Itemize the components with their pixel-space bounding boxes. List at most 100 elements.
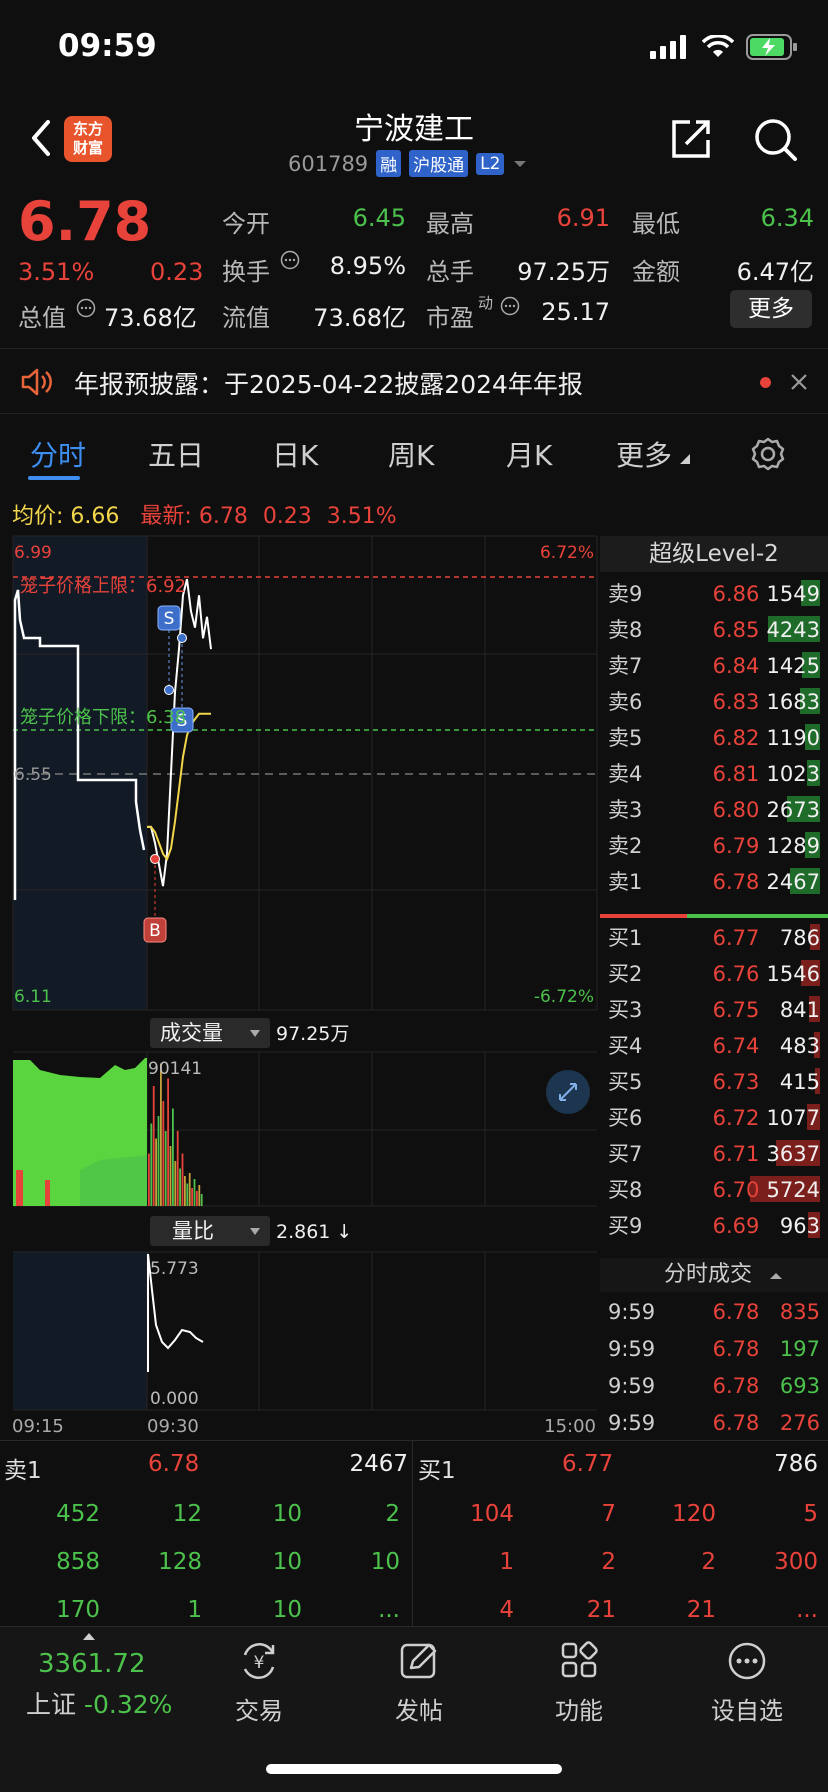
bid-row[interactable]: 买7 6.71 3637 [600, 1136, 828, 1172]
search-icon[interactable] [752, 116, 798, 162]
intraday-chart[interactable]: B S S 6.99 6.72% 笼子价格上限：6.92 笼子价格下限：6.38… [0, 530, 600, 1440]
ask-price: 6.85 [712, 618, 760, 642]
volume-bar [176, 1131, 179, 1206]
ask-volume: 2467 [766, 870, 820, 894]
nav-functions[interactable]: 功能 [524, 1641, 634, 1726]
info-icon[interactable] [280, 250, 300, 270]
tick-time: 9:59 [608, 1300, 656, 1324]
home-indicator[interactable] [266, 1764, 562, 1774]
volume-bar [188, 1173, 191, 1206]
index-expand-icon[interactable] [82, 1631, 96, 1641]
ratio-max-label: 5.773 [150, 1259, 199, 1279]
nav-post[interactable]: 发帖 [364, 1641, 474, 1726]
bid-row[interactable]: 买5 6.73 415 [600, 1064, 828, 1100]
bid-volume: 1077 [766, 1106, 820, 1130]
volume-bar [186, 1183, 189, 1206]
tick-row: 9:59 6.78 197 [600, 1331, 828, 1367]
tab-intraday[interactable]: 分时 [30, 434, 86, 474]
ratio-min-label: 0.000 [150, 1389, 199, 1409]
ask-row[interactable]: 卖4 6.81 1023 [600, 756, 828, 792]
stock-subtitle[interactable]: 601789 融 沪股通 L2 [288, 150, 528, 177]
ask-row[interactable]: 卖9 6.86 1549 [600, 576, 828, 612]
tab-five-day[interactable]: 五日 [148, 434, 204, 474]
info-icon[interactable] [76, 298, 96, 318]
bid-row[interactable]: 买9 6.69 963 [600, 1208, 828, 1244]
y-bottom-price: 6.11 [14, 987, 52, 1007]
cage-upper-label: 笼子价格上限：6.92 [20, 576, 186, 597]
settings-gear-icon[interactable] [750, 436, 786, 472]
tick-price: 6.78 [712, 1411, 760, 1435]
bid-level-label: 买8 [608, 1178, 643, 1202]
queue-sell-cell: 10 [272, 1597, 302, 1623]
ask-level-label: 卖5 [608, 726, 643, 750]
ask-row[interactable]: 卖6 6.83 1683 [600, 684, 828, 720]
bid-price: 6.69 [712, 1214, 760, 1238]
ask-row[interactable]: 卖3 6.80 2673 [600, 792, 828, 828]
volume-bar [160, 1063, 162, 1206]
ask-row[interactable]: 卖7 6.84 1425 [600, 648, 828, 684]
bid-row[interactable]: 买8 6.70 5724 [600, 1172, 828, 1208]
nav-watchlist-label: 设自选 [711, 1697, 783, 1725]
bid-volume: 786 [779, 926, 820, 950]
volume-bar [157, 1116, 160, 1206]
order-queue[interactable]: 卖1 6.78 2467 买1 6.77 786 452 12 10 2 858 128 1… [0, 1440, 828, 1627]
tab-weekly-k[interactable]: 周K [388, 434, 434, 474]
open-value: 6.45 [352, 204, 406, 232]
info-icon[interactable] [500, 296, 520, 316]
tab-daily-k[interactable]: 日K [272, 434, 318, 474]
edit-icon [400, 1643, 437, 1679]
ticks-title-label: 分时成交 [664, 1262, 753, 1287]
ask-volume: 1190 [766, 726, 820, 750]
volume-bar [196, 1191, 198, 1206]
bid-row[interactable]: 买6 6.72 1077 [600, 1100, 828, 1136]
ask-row[interactable]: 卖1 6.78 2467 [600, 864, 828, 900]
volume-bar [179, 1168, 181, 1206]
bid-price: 6.72 [712, 1106, 760, 1130]
ask-price: 6.83 [712, 690, 760, 714]
bid-price: 6.77 [712, 926, 760, 950]
turnover-label: 换手 [222, 258, 270, 286]
bid-row[interactable]: 买3 6.75 841 [600, 992, 828, 1028]
more-button[interactable]: 更多 [730, 290, 812, 328]
queue-buy-cell: 1 [499, 1549, 514, 1575]
bid-row[interactable]: 买1 6.77 786 [600, 920, 828, 956]
amount-label: 金额 [632, 258, 680, 286]
battery-icon [746, 34, 797, 60]
vol-max-label: 90141 [148, 1059, 202, 1079]
ask-price: 6.82 [712, 726, 760, 750]
ask-price: 6.86 [712, 582, 760, 606]
bid-row[interactable]: 买2 6.76 1546 [600, 956, 828, 992]
volume-value: 97.25万 [517, 258, 610, 286]
ask-row[interactable]: 卖2 6.79 1289 [600, 828, 828, 864]
index-value[interactable]: 3361.72 [38, 1649, 146, 1679]
queue-buy-price: 6.77 [562, 1451, 614, 1477]
ask-volume: 1683 [766, 690, 820, 714]
ask-row[interactable]: 卖8 6.85 4243 [600, 612, 828, 648]
queue-buy-cell: 7 [601, 1501, 616, 1527]
tab-monthly-k[interactable]: 月K [506, 434, 552, 474]
queue-divider [412, 1441, 413, 1627]
index-summary[interactable]: 上证 -0.32% [26, 1685, 172, 1721]
tick-volume: 276 [779, 1411, 820, 1435]
queue-buy-cell: 120 [672, 1501, 716, 1527]
volume-bar [162, 1101, 165, 1206]
bid-volume: 963 [779, 1214, 820, 1238]
time-mid: 09:30 [147, 1416, 199, 1437]
ticks-title[interactable]: 分时成交 [600, 1258, 828, 1292]
notice-bar[interactable]: 年报预披露：于2025-04-22披露2024年年报 [0, 348, 828, 414]
bid-row[interactable]: 买4 6.74 483 [600, 1028, 828, 1064]
queue-buy-cell: 104 [470, 1501, 514, 1527]
close-icon[interactable] [790, 373, 808, 391]
queue-buy-cell: 2 [601, 1549, 616, 1575]
queue-buy-cell: 4 [499, 1597, 514, 1623]
ask-row[interactable]: 卖5 6.82 1190 [600, 720, 828, 756]
nav-trade[interactable]: ¥ 交易 [204, 1641, 314, 1726]
share-icon[interactable] [668, 116, 714, 162]
queue-sell-cell: 2 [385, 1501, 400, 1527]
tab-more[interactable]: 更多 [616, 434, 672, 474]
index-name: 上证 [26, 1690, 77, 1719]
cage-lower-label: 笼子价格下限：6.38 [20, 707, 186, 728]
nav-watchlist[interactable]: 设自选 [692, 1641, 802, 1726]
queue-sell-label: 卖1 [4, 1458, 42, 1484]
vol-selector-label: 成交量 [160, 1021, 223, 1045]
